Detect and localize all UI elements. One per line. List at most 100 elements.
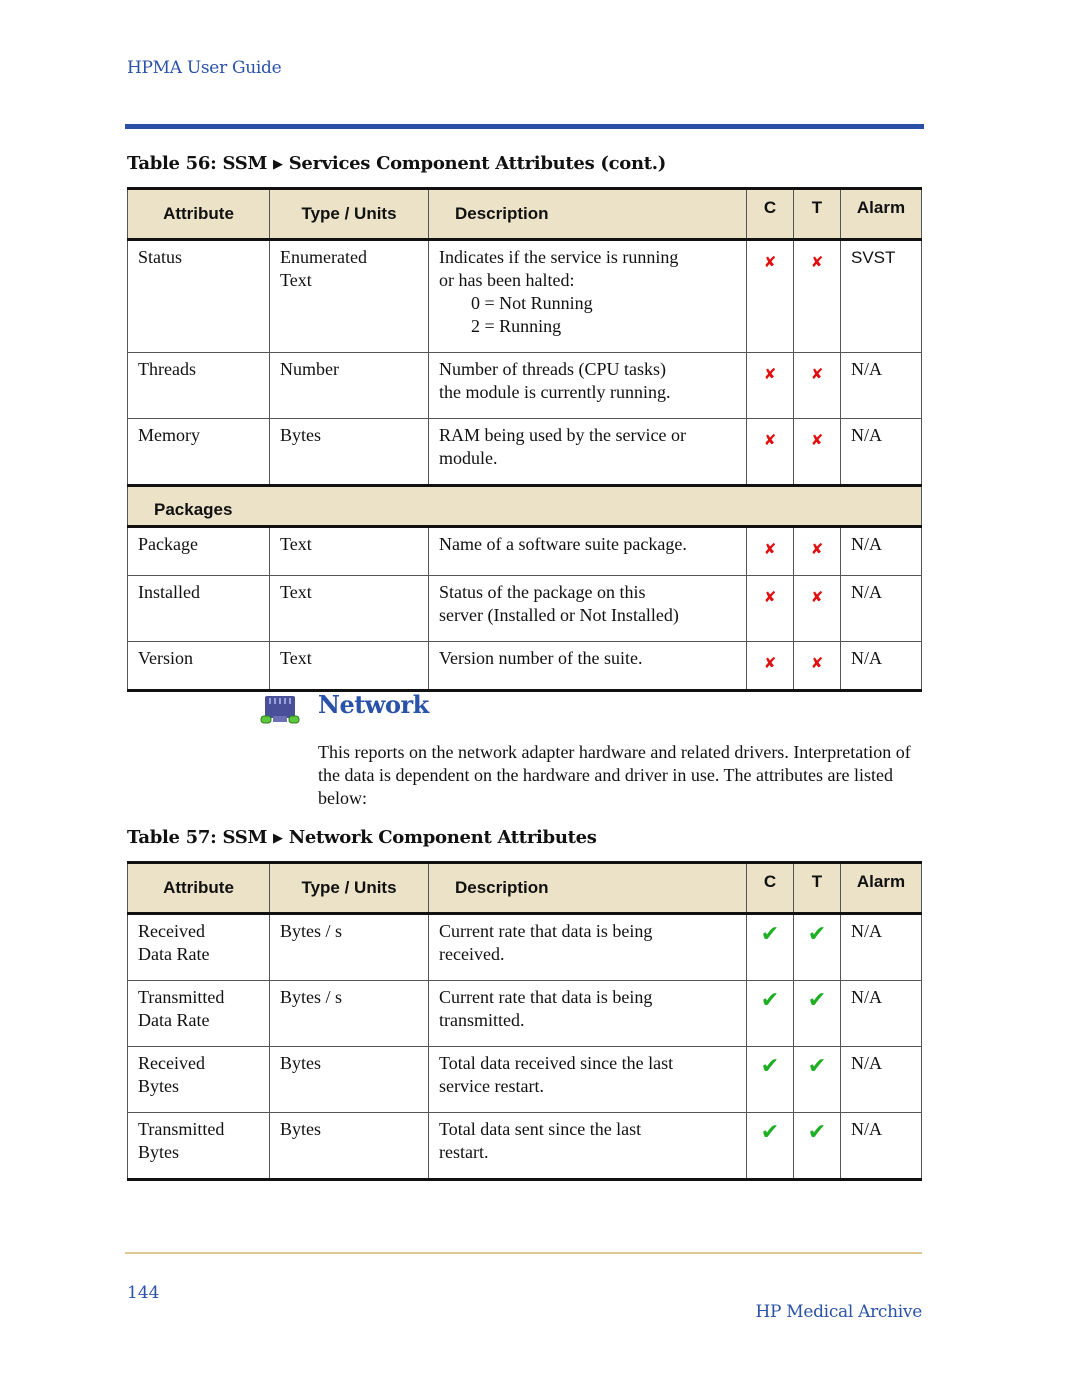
cross-icon: ✘	[810, 654, 824, 672]
alarm-cell: N/A	[840, 913, 922, 981]
alarm-cell: N/A	[840, 418, 922, 486]
description-cell-line: Status of the package on this	[439, 582, 646, 602]
running-header: HPMA User Guide	[127, 58, 282, 78]
description-cell: Current rate that data is being received.	[428, 913, 747, 981]
description-cell: Total data received since the last servic…	[428, 1046, 747, 1113]
network-attributes-table: Attribute Type / Units Description C T A…	[127, 861, 922, 1181]
description-cell: RAM being used by the service or module.	[428, 418, 747, 486]
type-cell-line: Bytes	[280, 1053, 322, 1073]
column-header-attribute: Attribute	[127, 861, 270, 915]
check-icon: ✔	[760, 922, 780, 947]
column-header-t: T	[793, 861, 841, 915]
column-header-type: Type / Units	[269, 187, 429, 241]
mark-cell: ✔	[746, 1112, 794, 1181]
description-cell: Indicates if the service is running or ha…	[428, 239, 747, 353]
network-adapter-icon	[260, 696, 300, 724]
table-row: Package Text Name of a software suite pack…	[127, 526, 922, 576]
services-attributes-table: Attribute Type / Units Description C T A…	[127, 187, 922, 692]
attribute-cell-line: Installed	[138, 582, 200, 602]
mark-cell: ✔	[793, 980, 841, 1047]
check-icon: ✔	[807, 1120, 827, 1145]
table-57-caption: Table 57: SSM ▶ Network Component Attrib…	[127, 827, 597, 848]
attribute-cell-line: Bytes	[138, 1076, 180, 1096]
table-row: Transmitted Data Rate Bytes / s Current rat…	[127, 980, 922, 1047]
attribute-cell-line: Package	[138, 534, 198, 554]
type-cell: Bytes	[269, 1112, 429, 1181]
cross-icon: ✘	[763, 431, 777, 449]
mark-cell: ✘	[746, 575, 794, 642]
mark-cell: ✘	[746, 352, 794, 419]
type-cell-line: Bytes / s	[280, 921, 343, 941]
attribute-cell: Memory	[127, 418, 270, 486]
cross-icon: ✘	[763, 654, 777, 672]
footer-doc-title: HP Medical Archive	[755, 1302, 922, 1322]
description-cell-line: RAM being used by the service or	[439, 425, 686, 445]
table-header-row: Attribute Type / Units Description C T A…	[127, 861, 922, 915]
type-cell-line: Bytes / s	[280, 987, 343, 1007]
cross-icon: ✘	[763, 365, 777, 383]
description-cell-line: Total data received since the last	[439, 1053, 674, 1073]
description-cell: Version number of the suite.	[428, 641, 747, 692]
mark-cell: ✘	[746, 418, 794, 486]
attribute-cell-line: Data Rate	[138, 1010, 210, 1030]
check-icon: ✔	[760, 1120, 780, 1145]
mark-cell: ✔	[793, 913, 841, 981]
table-header-row: Attribute Type / Units Description C T A…	[127, 187, 922, 241]
check-icon: ✔	[807, 922, 827, 947]
table-row: Version Text Version number of the suite. ✘…	[127, 641, 922, 692]
description-cell-line: Current rate that data is being	[439, 987, 653, 1007]
alarm-cell: N/A	[840, 575, 922, 642]
mark-cell: ✔	[746, 980, 794, 1047]
attribute-cell: Installed	[127, 575, 270, 642]
type-cell: Enumerated Text	[269, 239, 429, 353]
page-number: 144	[127, 1283, 160, 1303]
mark-cell: ✔	[793, 1112, 841, 1181]
type-cell: Bytes	[269, 1046, 429, 1113]
alarm-cell: N/A	[840, 526, 922, 576]
table-row: Received Data Rate Bytes / s Current rate t…	[127, 913, 922, 981]
mark-cell: ✘	[793, 641, 841, 692]
mark-cell: ✘	[746, 641, 794, 692]
table-row: Transmitted Bytes Bytes Total data sent sin…	[127, 1112, 922, 1181]
column-header-description: Description	[428, 861, 747, 915]
table-row: Threads Number Number of threads (CPU task…	[127, 352, 922, 419]
description-cell-line: Total data sent since the last	[439, 1119, 642, 1139]
mark-cell: ✘	[793, 239, 841, 353]
attribute-cell: Package	[127, 526, 270, 576]
attribute-cell-line: Data Rate	[138, 944, 210, 964]
attribute-cell: Threads	[127, 352, 270, 419]
alarm-cell: N/A	[840, 980, 922, 1047]
description-cell: Status of the package on this server (Ins…	[428, 575, 747, 642]
description-cell-line: Version number of the suite.	[439, 648, 643, 668]
column-header-c: C	[746, 861, 794, 915]
check-icon: ✔	[760, 1054, 780, 1079]
description-cell-line: Current rate that data is being	[439, 921, 653, 941]
description-cell-line: transmitted.	[439, 1010, 525, 1030]
description-cell: Current rate that data is being transmitt…	[428, 980, 747, 1047]
description-cell-line: server (Installed or Not Installed)	[439, 605, 679, 625]
mark-cell: ✘	[793, 575, 841, 642]
cross-icon: ✘	[810, 540, 824, 558]
description-cell-line: or has been halted:	[439, 270, 575, 290]
table-row: Installed Text Status of the package on th…	[127, 575, 922, 642]
cross-icon: ✘	[810, 431, 824, 449]
attribute-cell: Transmitted Bytes	[127, 1112, 270, 1181]
description-cell-line: received.	[439, 944, 505, 964]
enum-value: 2 = Running	[471, 316, 562, 336]
cross-icon: ✘	[763, 588, 777, 606]
attribute-cell: Status	[127, 239, 270, 353]
attribute-cell: Transmitted Data Rate	[127, 980, 270, 1047]
type-cell-line: Text	[280, 270, 312, 290]
table-section-row: Packages	[127, 484, 922, 528]
attribute-cell: Received Data Rate	[127, 913, 270, 981]
description-cell-line: the module is currently running.	[439, 382, 671, 402]
type-cell: Text	[269, 641, 429, 692]
description-cell-line: Name of a software suite package.	[439, 534, 687, 554]
alarm-cell: N/A	[840, 1046, 922, 1113]
type-cell-line: Text	[280, 648, 312, 668]
attribute-cell: Received Bytes	[127, 1046, 270, 1113]
caption-arrow-icon: ▶	[273, 831, 283, 846]
type-cell-line: Bytes	[280, 425, 322, 445]
header-rule	[125, 124, 924, 129]
check-icon: ✔	[760, 988, 780, 1013]
